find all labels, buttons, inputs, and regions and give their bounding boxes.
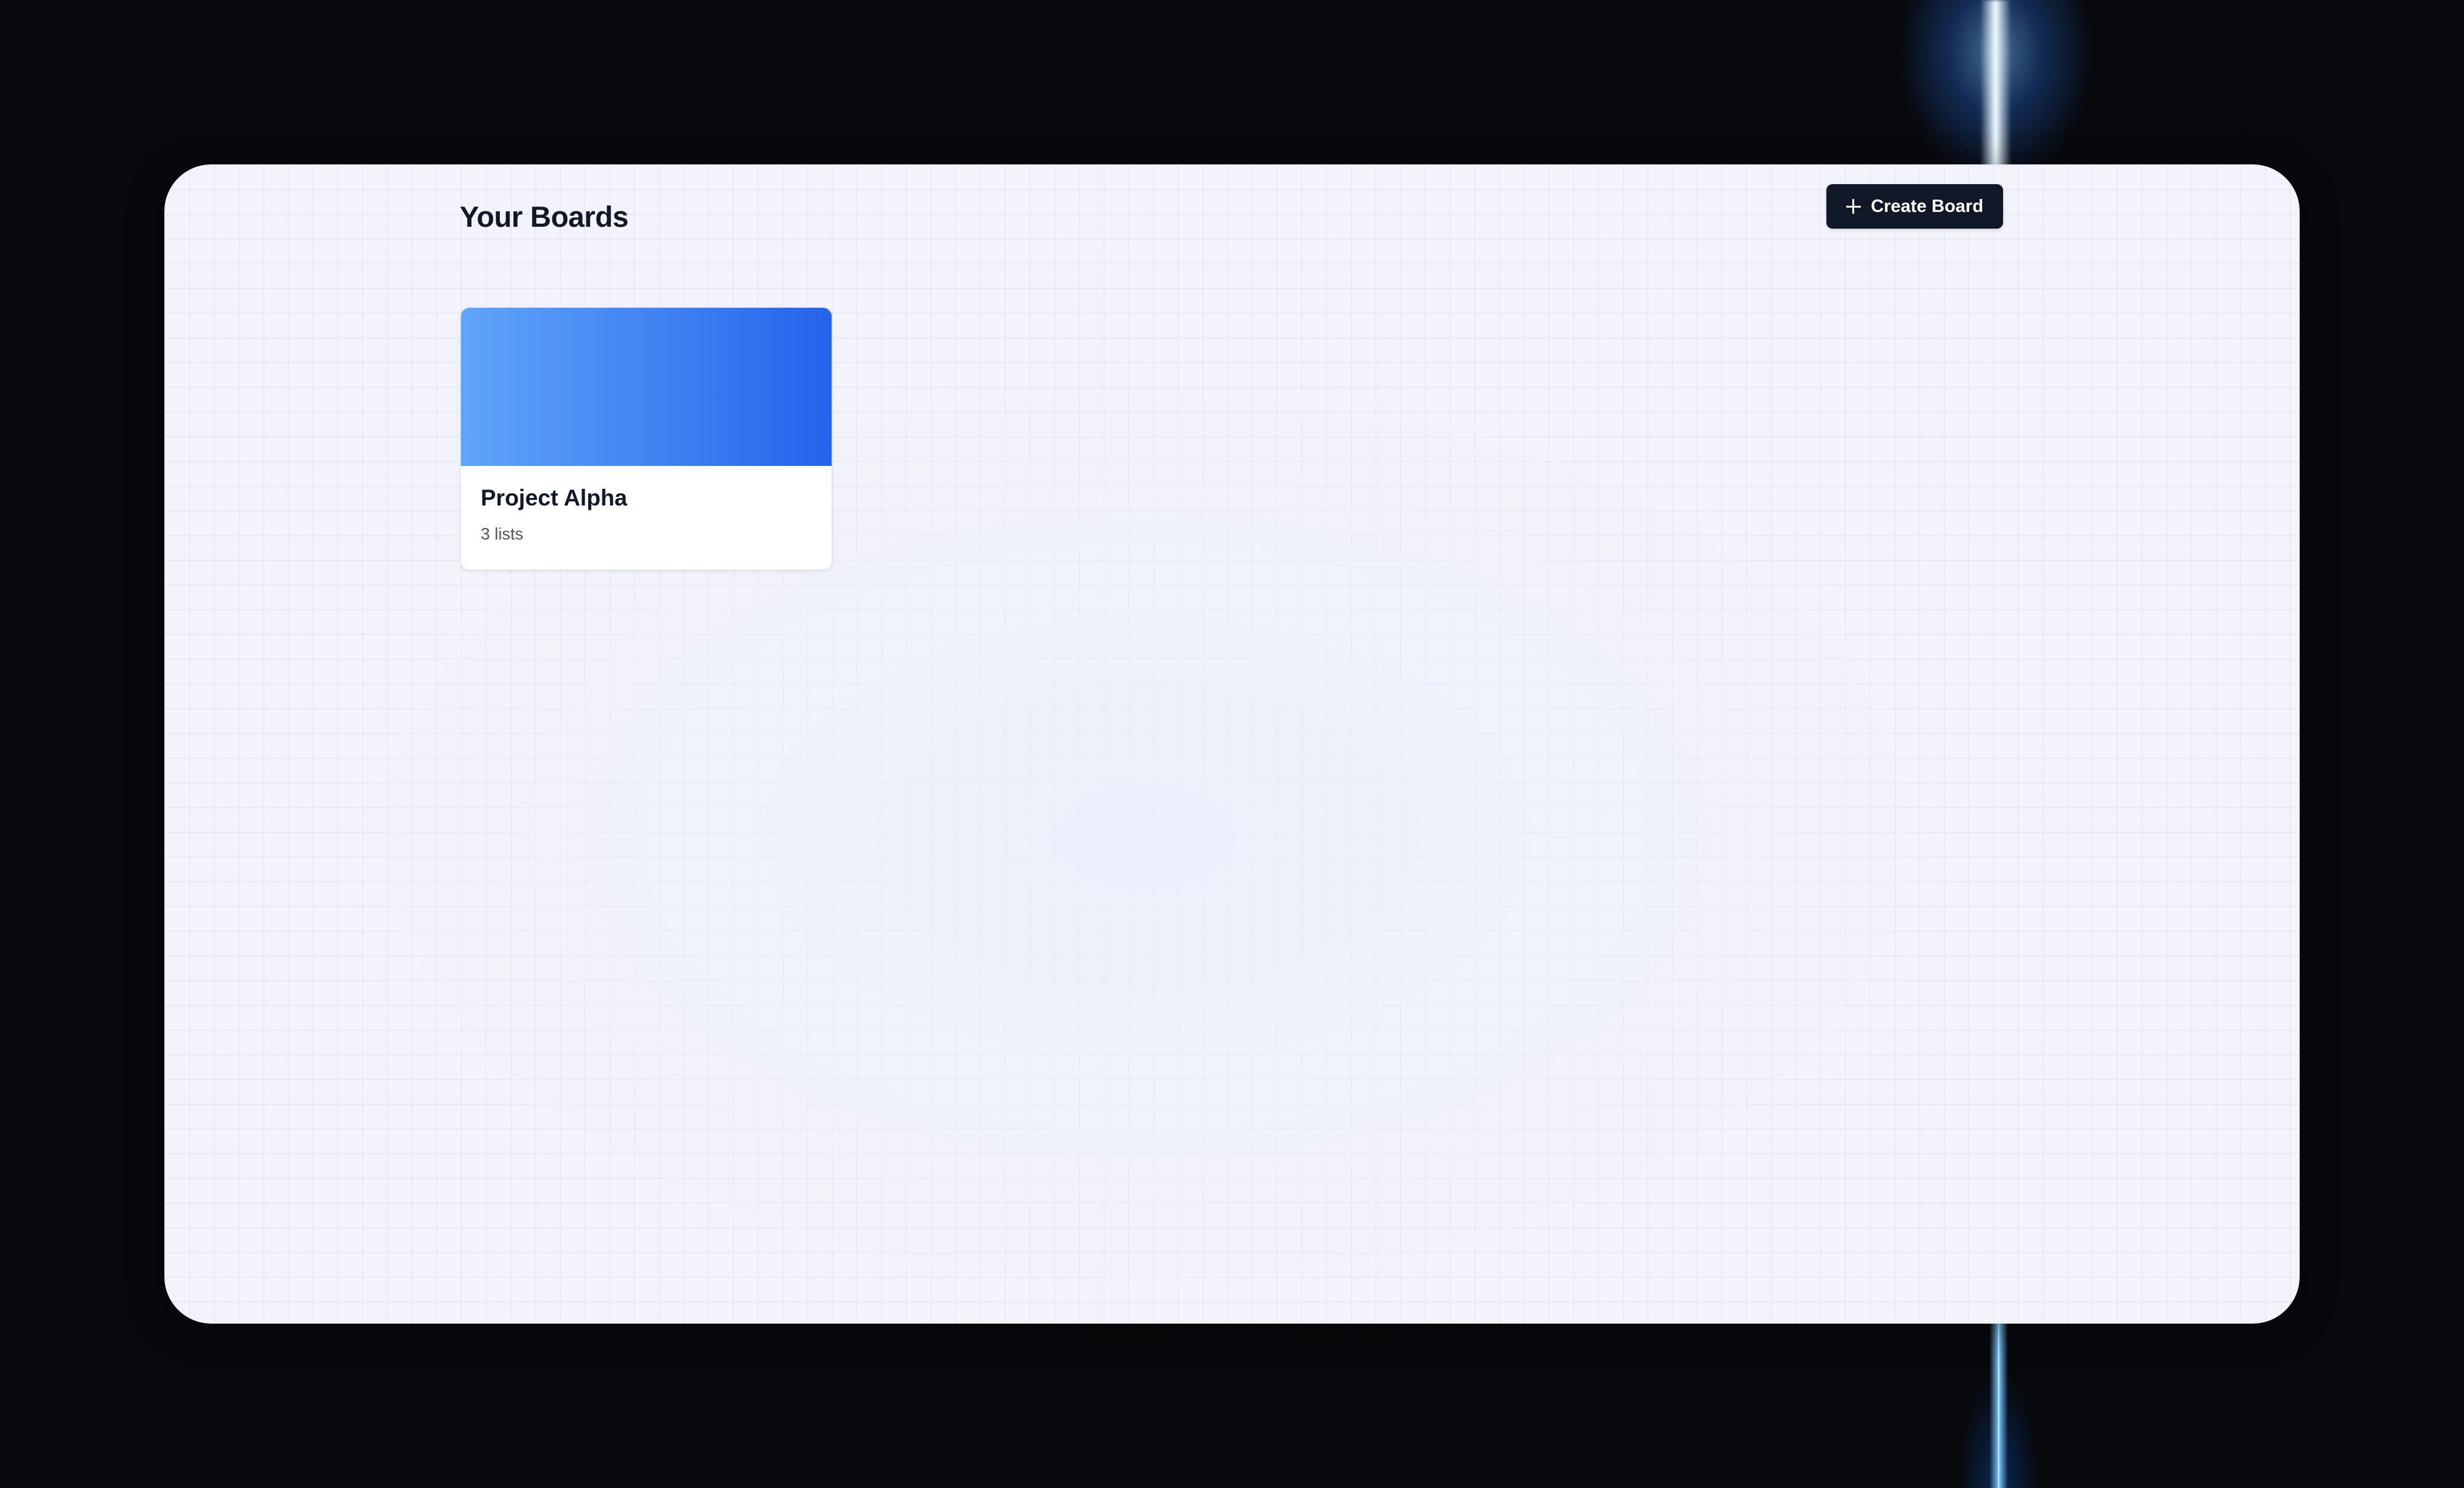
app-window: Your Boards Create Board Project Alpha 3… bbox=[164, 164, 2300, 1324]
create-board-button[interactable]: Create Board bbox=[1826, 184, 2003, 229]
page-title: Your Boards bbox=[460, 200, 629, 233]
board-cover bbox=[461, 308, 832, 466]
create-board-label: Create Board bbox=[1870, 196, 1984, 216]
background-light-beam-bottom bbox=[1989, 1322, 2008, 1488]
board-card-project-alpha[interactable]: Project Alpha 3 lists bbox=[461, 308, 832, 570]
background-light-beam bbox=[1980, 0, 2011, 167]
plus-icon bbox=[1846, 199, 1861, 214]
board-name: Project Alpha bbox=[481, 485, 628, 510]
board-list-count: 3 lists bbox=[481, 525, 524, 543]
